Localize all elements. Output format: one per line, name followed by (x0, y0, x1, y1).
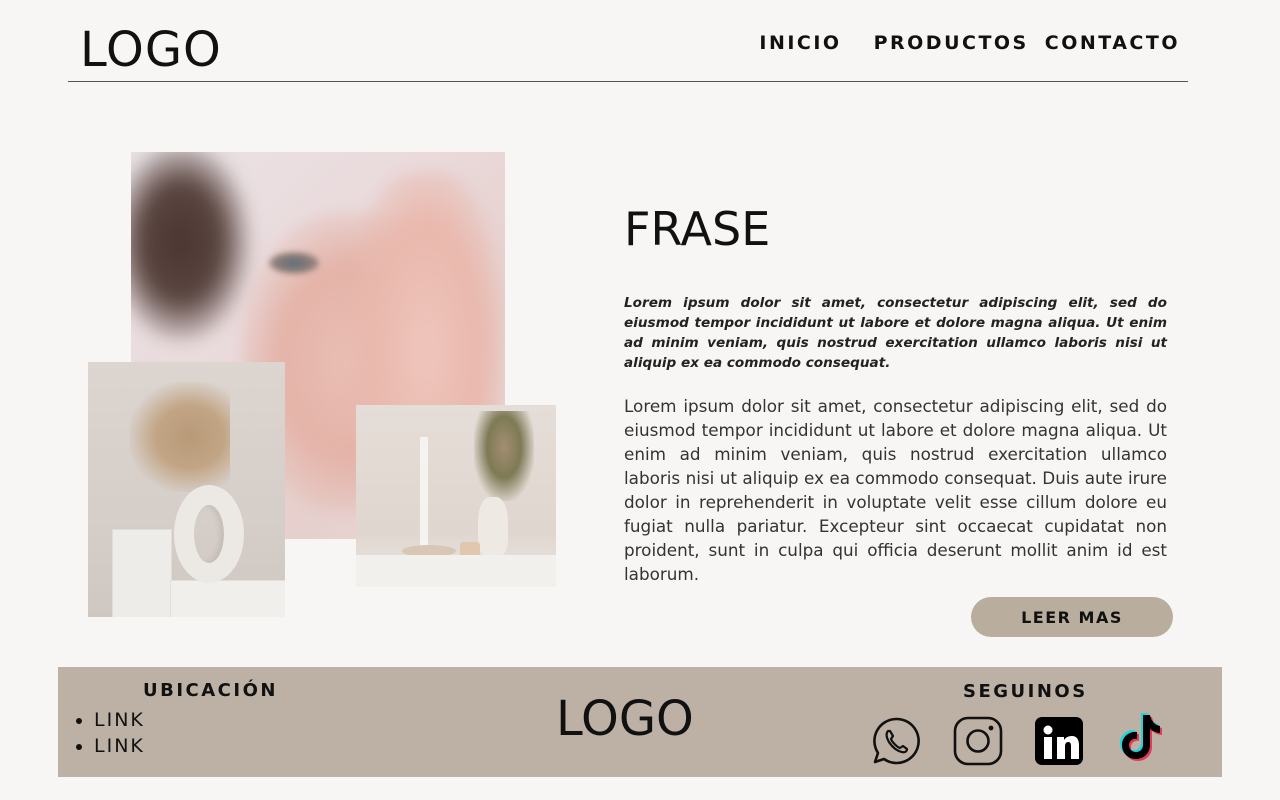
header-divider (68, 81, 1188, 82)
tiktok-icon[interactable] (1113, 709, 1165, 761)
location-title: UBICACIÓN (143, 680, 278, 701)
nav-productos[interactable]: PRODUCTOS (874, 32, 1029, 54)
body-paragraph: Lorem ipsum dolor sit amet, consectetur … (624, 396, 1167, 584)
header-logo[interactable]: LOGO (80, 22, 222, 78)
intro-paragraph: Lorem ipsum dolor sit amet, consectetur … (624, 295, 1167, 371)
nav-inicio[interactable]: INICIO (759, 32, 841, 54)
page-title: FRASE (624, 202, 771, 256)
social-title: SEGUINOS (963, 681, 1088, 702)
footer-link[interactable]: LINK (94, 707, 145, 733)
footer: UBICACIÓN LINK LINK LOGO SEGUINOS (58, 667, 1222, 777)
footer-logo[interactable]: LOGO (556, 691, 694, 747)
whatsapp-icon[interactable] (870, 715, 922, 767)
nav-contacto[interactable]: CONTACTO (1045, 32, 1180, 54)
linkedin-icon[interactable] (1033, 715, 1085, 767)
instagram-icon[interactable] (952, 715, 1004, 767)
main-nav: INICIO PRODUCTOS CONTACTO (759, 32, 1180, 54)
footer-link[interactable]: LINK (94, 733, 145, 759)
vase-photo (88, 362, 285, 617)
candle-photo (356, 405, 556, 587)
footer-links: LINK LINK (72, 707, 145, 759)
read-more-button[interactable]: LEER MAS (971, 597, 1173, 637)
